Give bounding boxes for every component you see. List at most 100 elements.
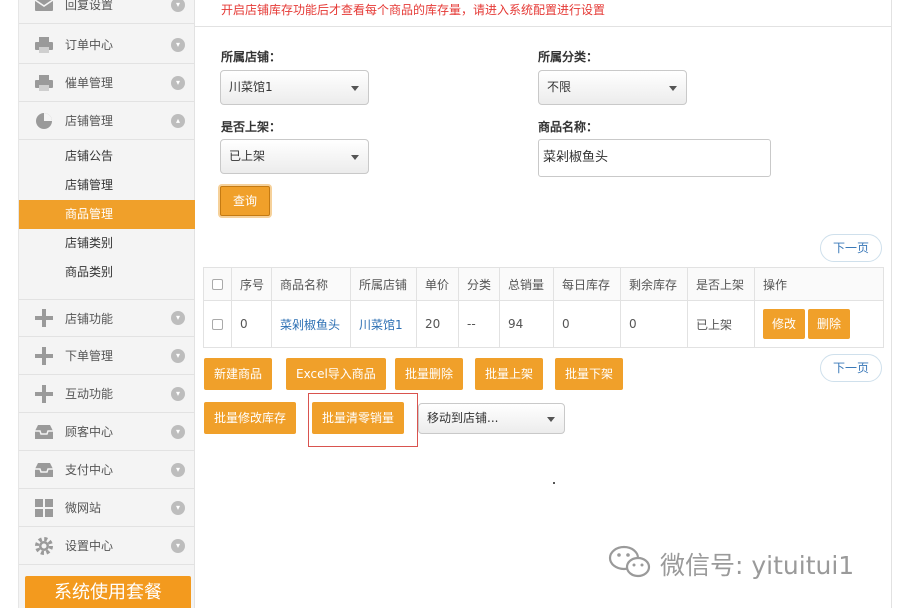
- sidebar: 回复设置 ▾ 订单中心 ▾ 催单管理 ▾ 店铺管理 ▴ 店铺公告 店铺管理 商品…: [18, 0, 195, 608]
- watermark-text: 微信号: yituitui1: [660, 550, 855, 580]
- grid-icon: [33, 498, 55, 518]
- plus-icon: [33, 384, 55, 404]
- column-header: 单价: [416, 267, 459, 301]
- product-name-input[interactable]: 菜剁椒鱼头: [538, 139, 771, 177]
- listed-select-value: 已上架: [229, 149, 266, 163]
- row-index: 0: [231, 300, 272, 348]
- sidebar-item-label: 顾客中心: [65, 425, 114, 439]
- wechat-watermark: 微信号: yituitui1: [608, 544, 854, 583]
- sidebar-item-customer-center[interactable]: 顾客中心 ▾: [19, 413, 195, 451]
- sidebar-item-reminders[interactable]: 催单管理 ▾: [19, 64, 195, 102]
- column-header: 操作: [754, 267, 884, 301]
- sidebar-item-label: 互动功能: [65, 387, 114, 401]
- dropdown-arrow-icon: [547, 417, 555, 422]
- sidebar-item-payment-center[interactable]: 支付中心 ▾: [19, 451, 195, 489]
- excel-import-button[interactable]: Excel导入商品: [286, 358, 386, 390]
- sidebar-item-settings-center[interactable]: 设置中心 ▾: [19, 527, 195, 565]
- column-header: 总销量: [499, 267, 554, 301]
- listed-select[interactable]: 已上架: [220, 139, 369, 174]
- row-total-sales: 94: [499, 300, 554, 348]
- chevron-down-icon[interactable]: ▾: [171, 462, 185, 477]
- category-select[interactable]: 不限: [538, 70, 687, 105]
- sidebar-item-label: 支付中心: [65, 463, 114, 477]
- chevron-down-icon[interactable]: ▾: [171, 386, 185, 401]
- column-header: 是否上架: [687, 267, 755, 301]
- sidebar-item-interaction[interactable]: 互动功能 ▾: [19, 375, 195, 413]
- column-header: 分类: [458, 267, 500, 301]
- store-select-value: 川菜馆1: [229, 80, 273, 94]
- sidebar-item-orders[interactable]: 订单中心 ▾: [19, 26, 195, 64]
- submenu-item-product-management[interactable]: 商品管理: [19, 200, 195, 229]
- dropdown-arrow-icon: [351, 155, 359, 160]
- sidebar-item-label: 下单管理: [65, 349, 114, 363]
- row-store-cell: 川菜馆1: [350, 300, 417, 348]
- sidebar-item-label: 设置中心: [65, 539, 114, 553]
- product-name-label: 商品名称：: [538, 120, 599, 134]
- new-product-button[interactable]: 新建商品: [204, 358, 273, 390]
- sidebar-item-store-management[interactable]: 店铺管理 ▴: [19, 102, 195, 140]
- sidebar-item-label: 回复设置: [65, 0, 114, 12]
- row-daily-stock: 0: [553, 300, 621, 348]
- chevron-down-icon[interactable]: ▾: [171, 0, 185, 12]
- sidebar-item-reply-settings[interactable]: 回复设置 ▾: [19, 0, 195, 24]
- delete-button[interactable]: 删除: [808, 309, 851, 339]
- listed-filter-label: 是否上架：: [221, 120, 282, 134]
- submenu-item-store-management[interactable]: 店铺管理: [19, 171, 195, 200]
- row-actions: 修改 删除: [754, 300, 884, 348]
- row-price: 20: [416, 300, 459, 348]
- chevron-down-icon[interactable]: ▾: [171, 424, 185, 439]
- row-select-cell: [203, 300, 232, 348]
- mail-icon: [33, 0, 55, 15]
- product-table: 序号 商品名称 所属店铺 单价 分类 总销量 每日库存 剩余库存 是否上架 操作…: [203, 267, 884, 348]
- sidebar-item-label: 店铺管理: [65, 114, 114, 128]
- dropdown-arrow-icon: [669, 86, 677, 91]
- sidebar-item-micro-site[interactable]: 微网站 ▾: [19, 489, 195, 527]
- chevron-down-icon[interactable]: ▾: [171, 348, 185, 363]
- submenu-item-product-category[interactable]: 商品类别: [19, 258, 195, 287]
- printer-icon: [33, 73, 55, 93]
- row-name-cell: 菜剁椒鱼头: [271, 300, 351, 348]
- next-page-button-bottom[interactable]: 下一页: [820, 354, 882, 382]
- batch-delist-button[interactable]: 批量下架: [555, 358, 624, 390]
- next-page-button-top[interactable]: 下一页: [820, 234, 882, 262]
- stray-dot: [553, 482, 555, 484]
- move-to-store-value: 移动到店铺...: [427, 411, 499, 425]
- plus-icon: [33, 346, 55, 366]
- sidebar-item-store-functions[interactable]: 店铺功能 ▾: [19, 299, 195, 337]
- chevron-down-icon[interactable]: ▾: [171, 37, 185, 52]
- sidebar-item-label: 店铺功能: [65, 311, 114, 326]
- move-to-store-select[interactable]: 移动到店铺...: [418, 403, 565, 434]
- table-row: 0 菜剁椒鱼头 川菜馆1 20 -- 94 0 0 已上架 修改 删除: [203, 300, 884, 348]
- batch-list-button[interactable]: 批量上架: [475, 358, 544, 390]
- sidebar-item-label: 微网站: [65, 501, 102, 515]
- select-all-checkbox[interactable]: [212, 279, 223, 290]
- chevron-down-icon[interactable]: ▾: [171, 311, 185, 325]
- submenu-item-store-category[interactable]: 店铺类别: [19, 229, 195, 258]
- chevron-down-icon[interactable]: ▾: [171, 75, 185, 90]
- row-listed: 已上架: [687, 300, 755, 348]
- dropdown-arrow-icon: [351, 86, 359, 91]
- column-header: 序号: [231, 267, 272, 301]
- system-package-button[interactable]: 系统使用套餐: [25, 576, 191, 608]
- batch-edit-stock-button[interactable]: 批量修改库存: [204, 402, 297, 434]
- chevron-down-icon[interactable]: ▾: [171, 538, 185, 553]
- chevron-down-icon[interactable]: ▾: [171, 500, 185, 515]
- submenu: 店铺公告 店铺管理 商品管理 店铺类别 商品类别: [19, 142, 195, 287]
- batch-delete-button[interactable]: 批量删除: [395, 358, 464, 390]
- select-all-cell: [203, 267, 232, 301]
- product-name-link[interactable]: 菜剁椒鱼头: [280, 318, 340, 332]
- chevron-up-icon[interactable]: ▴: [171, 113, 185, 128]
- divider: [195, 26, 892, 27]
- row-checkbox[interactable]: [212, 319, 223, 330]
- store-filter-label: 所属店铺：: [221, 50, 282, 64]
- column-header: 每日库存: [553, 267, 621, 301]
- query-button[interactable]: 查询: [220, 186, 270, 216]
- sidebar-item-label: 订单中心: [65, 38, 114, 52]
- store-select[interactable]: 川菜馆1: [220, 70, 369, 105]
- highlight-box: [308, 393, 418, 447]
- store-name-link[interactable]: 川菜馆1: [359, 318, 403, 332]
- sidebar-item-order-management[interactable]: 下单管理 ▾: [19, 337, 195, 375]
- printer-icon: [33, 35, 55, 55]
- edit-button[interactable]: 修改: [763, 309, 806, 339]
- submenu-item-store-notice[interactable]: 店铺公告: [19, 142, 195, 171]
